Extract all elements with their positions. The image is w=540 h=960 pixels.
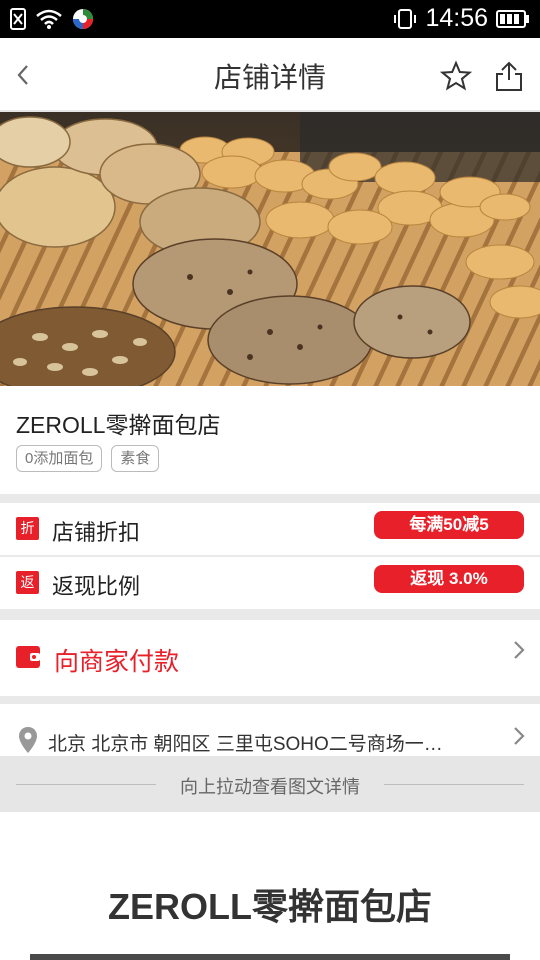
nav-header: 店铺详情: [0, 38, 540, 112]
location-pin-icon: [19, 727, 37, 753]
chevron-right-icon: [514, 727, 525, 745]
address-text: 北京 北京市 朝阳区 三里屯SOHO二号商场一…: [48, 734, 443, 755]
shop-tag: 0添加面包: [16, 445, 103, 472]
discount-badge: 每满50减5: [374, 511, 524, 539]
discount-icon: 折: [16, 517, 39, 540]
cashback-label: 返现比例: [52, 574, 141, 599]
detail-title: ZEROLL零擀面包店: [108, 886, 432, 927]
shop-photo[interactable]: [0, 112, 540, 386]
discount-row: 折 店铺折扣 每满50减5: [0, 503, 540, 555]
pull-up-hint-bar[interactable]: 向上拉动查看图文详情: [0, 756, 540, 812]
sim-icon: [10, 8, 26, 30]
cashback-row: 返 返现比例 返现 3.0%: [0, 557, 540, 609]
shop-tags: 0添加面包 素食: [16, 445, 160, 472]
battery-icon: [496, 9, 529, 28]
pull-up-hint-text: 向上拉动查看图文详情: [180, 777, 360, 797]
cashback-icon: 返: [16, 571, 39, 594]
bread-photo-illustration: [0, 112, 540, 386]
discount-label: 店铺折扣: [52, 520, 141, 545]
address-row[interactable]: 北京 北京市 朝阳区 三里屯SOHO二号商场一…: [0, 704, 540, 756]
hint-line-right: [384, 784, 524, 785]
vibrate-icon: [394, 8, 417, 29]
app-notification-icon: [73, 9, 93, 29]
share-button[interactable]: [494, 60, 524, 92]
pay-merchant-label: 向商家付款: [54, 648, 180, 676]
wifi-icon: [36, 9, 62, 29]
star-icon: [439, 60, 473, 91]
share-icon: [496, 61, 522, 91]
section-divider: [0, 494, 540, 503]
wallet-icon: [16, 646, 40, 668]
detail-image: [30, 954, 510, 960]
chevron-right-icon: [514, 641, 525, 659]
cashback-badge: 返现 3.0%: [374, 565, 524, 593]
shop-name: ZEROLL零擀面包店: [16, 412, 221, 438]
favorite-button[interactable]: [439, 60, 473, 92]
status-bar: 14:56: [0, 0, 540, 38]
shop-tag: 素食: [111, 445, 160, 472]
clock: 14:56: [425, 4, 488, 32]
section-divider: [0, 696, 540, 704]
pay-merchant-row[interactable]: 向商家付款: [0, 620, 540, 696]
section-divider: [0, 609, 540, 620]
